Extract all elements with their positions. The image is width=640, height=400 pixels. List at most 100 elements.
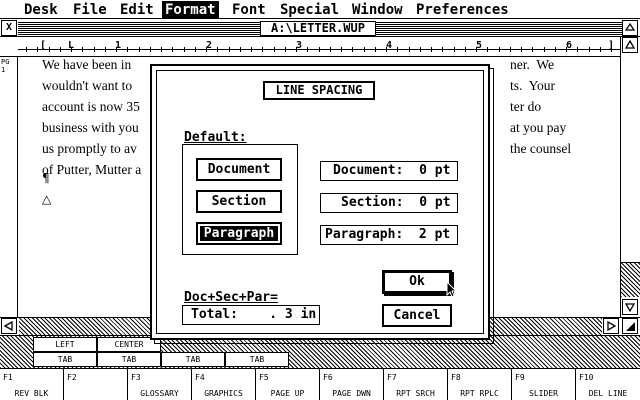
- tab-word: TAB: [225, 352, 289, 367]
- ruler-tick: [307, 47, 308, 52]
- vertical-scroll-thumb[interactable]: [621, 57, 640, 263]
- scroll-down-icon[interactable]: [622, 299, 638, 315]
- ruler-tick: [499, 47, 500, 52]
- tab-word: TAB: [33, 352, 97, 367]
- fkey-f10[interactable]: F10 DEL LINE: [576, 369, 640, 400]
- scroll-up-icon[interactable]: [622, 37, 638, 53]
- text-line: wouldn't want to: [42, 78, 133, 93]
- scroll-left-icon[interactable]: [1, 318, 17, 334]
- scroll-right-icon[interactable]: [603, 318, 619, 334]
- function-key-bar: F1 REV BLK F2 F3 GLOSSARY F4 GRAPHICS F5 PAG…: [0, 368, 640, 400]
- vertical-scrollbar[interactable]: [620, 37, 640, 317]
- section-spacing-field[interactable]: Section: 0 pt: [320, 193, 458, 213]
- ruler-number: 2: [206, 40, 213, 51]
- ruler-tick: [532, 47, 533, 52]
- sum-label: Doc+Sec+Par=: [184, 290, 278, 305]
- ruler-tick: [521, 47, 522, 52]
- text-line: We have been in: [42, 57, 132, 72]
- ruler-tick: [229, 47, 230, 52]
- fkey-f1[interactable]: F1 REV BLK: [0, 369, 64, 400]
- ruler-tick: [341, 47, 342, 52]
- ok-button[interactable]: Ok: [382, 270, 452, 294]
- ruler-tick: [555, 47, 556, 52]
- size-box-icon[interactable]: [622, 318, 638, 334]
- menu-edit[interactable]: Edit: [117, 1, 157, 19]
- fkey-f2[interactable]: F2: [64, 369, 128, 400]
- fkey-f3[interactable]: F3 GLOSSARY: [128, 369, 192, 400]
- default-label: Default:: [184, 130, 247, 145]
- fkey-f9[interactable]: F9 SLIDER: [512, 369, 576, 400]
- full-box-icon[interactable]: [622, 20, 638, 36]
- ruler-tick: [195, 47, 196, 52]
- ruler-tick: [431, 47, 432, 52]
- line-spacing-dialog: LINE SPACING Default: Document Section P…: [150, 64, 490, 340]
- ruler-tick: [127, 47, 128, 52]
- ruler-tick: [409, 47, 410, 52]
- ruler-tick: [139, 47, 140, 52]
- fkey-f6[interactable]: F6 PAGE DWN: [320, 369, 384, 400]
- ruler-left-margin-marker[interactable]: [: [40, 40, 46, 51]
- fkey-f8[interactable]: F8 RPT RPLC: [448, 369, 512, 400]
- dialog-title: LINE SPACING: [263, 81, 375, 100]
- text-line: account is now 35: [42, 99, 140, 114]
- ruler-tab-marker[interactable]: L: [68, 40, 74, 51]
- ruler-tick: [105, 47, 106, 52]
- fkey-f5[interactable]: F5 PAGE UP: [256, 369, 320, 400]
- ruler-number: 5: [476, 40, 483, 51]
- text-line: the counsel: [510, 141, 572, 156]
- fkey-f4[interactable]: F4 GRAPHICS: [192, 369, 256, 400]
- cancel-button[interactable]: Cancel: [382, 304, 452, 327]
- ruler-tick: [364, 47, 365, 52]
- ruler-number: 3: [296, 40, 303, 51]
- ruler-tick: [600, 47, 601, 52]
- ruler[interactable]: [ L 1 2 3 4 5 6 ]: [0, 37, 620, 57]
- paragraph-spacing-field[interactable]: Paragraph: 2 pt: [320, 225, 458, 245]
- ruler-tick: [397, 47, 398, 52]
- menu-file[interactable]: File: [70, 1, 110, 19]
- menu-window[interactable]: Window: [349, 1, 406, 19]
- ruler-tick: [544, 47, 545, 52]
- menu-format[interactable]: Format: [162, 1, 219, 19]
- window-title-bar[interactable]: X A:\LETTER.WUP: [0, 20, 640, 37]
- fkey-f7[interactable]: F7 RPT SRCH: [384, 369, 448, 400]
- end-of-document-mark: △: [42, 192, 52, 206]
- menu-special[interactable]: Special: [277, 1, 342, 19]
- ruler-tick: [442, 47, 443, 52]
- ruler-tick: [49, 47, 50, 52]
- option-document-button[interactable]: Document: [196, 158, 282, 181]
- window-title: A:\LETTER.WUP: [260, 21, 376, 36]
- document-spacing-field[interactable]: Document: 0 pt: [320, 161, 458, 181]
- ruler-tick: [251, 47, 252, 52]
- ruler-tick: [352, 47, 353, 52]
- paragraph-mark: ¶: [42, 171, 50, 185]
- ruler-tick: [37, 47, 38, 52]
- ruler-tick: [487, 47, 488, 52]
- ruler-tick: [150, 47, 151, 52]
- menu-desk[interactable]: Desk: [21, 1, 61, 19]
- text-line: ner. We: [510, 57, 555, 72]
- ruler-tick: [184, 47, 185, 52]
- menu-font[interactable]: Font: [229, 1, 269, 19]
- ruler-right-margin-marker[interactable]: ]: [608, 40, 614, 51]
- ruler-number: 4: [386, 40, 393, 51]
- tab-word: TAB: [161, 352, 225, 367]
- option-paragraph-button[interactable]: Paragraph: [196, 222, 282, 245]
- ruler-tick: [274, 47, 275, 52]
- ruler-tick: [510, 47, 511, 52]
- ruler-tick: [82, 47, 83, 52]
- option-section-button[interactable]: Section: [196, 190, 282, 213]
- page-margin-column: PG 1: [0, 57, 18, 317]
- text-line: ts. Your: [510, 78, 556, 93]
- ruler-tick: [240, 47, 241, 52]
- tab-type-left[interactable]: LEFT: [33, 337, 97, 352]
- menu-preferences[interactable]: Preferences: [413, 1, 512, 19]
- ruler-tick: [94, 47, 95, 52]
- ruler-tick: [577, 47, 578, 52]
- tab-word: TAB: [97, 352, 161, 367]
- page-indicator: PG 1: [1, 58, 10, 74]
- ruler-number: 1: [115, 40, 122, 51]
- text-line: us promptly to av: [42, 141, 137, 156]
- close-box-icon[interactable]: X: [1, 20, 17, 36]
- menu-bar: Desk File Edit Format Font Special Windo…: [0, 0, 640, 19]
- text-line: at you pay: [510, 120, 567, 135]
